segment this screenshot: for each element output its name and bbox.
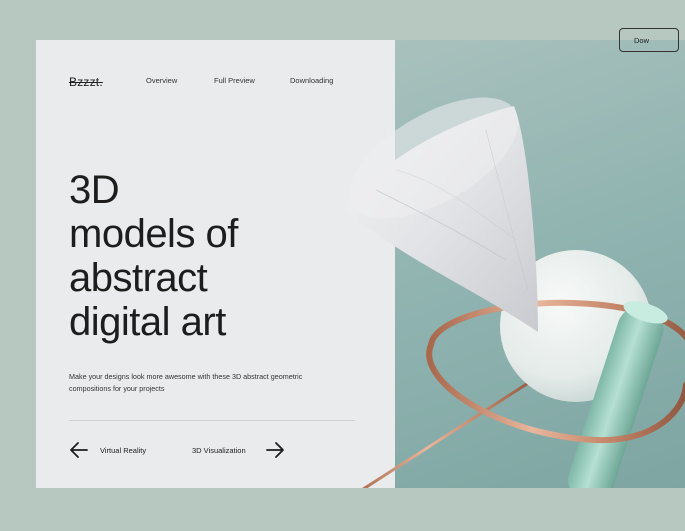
- hero-card: Bzzzt. Overview Full Preview Downloading…: [36, 40, 685, 488]
- copper-rod: [362, 376, 537, 488]
- download-button[interactable]: Dow: [619, 28, 679, 52]
- abstract-3d-art: [346, 97, 685, 488]
